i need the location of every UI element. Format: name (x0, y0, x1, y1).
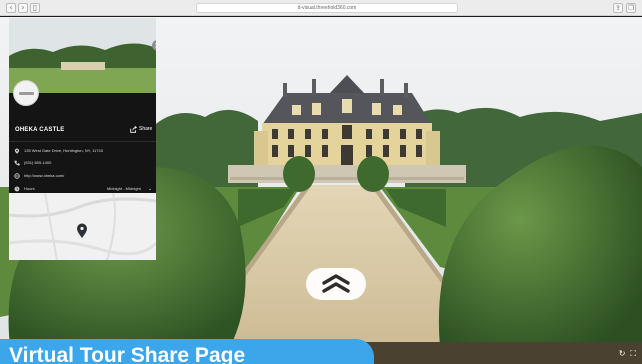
address-row[interactable]: 135 West Gate Drive, Huntington, NY, 117… (14, 148, 103, 154)
location-map[interactable] (9, 193, 156, 260)
address-text: 135 West Gate Drive, Huntington, NY, 117… (24, 148, 103, 153)
website-row[interactable]: http://www.oheka.com/ (14, 173, 64, 179)
chevron-down-icon[interactable]: ⌄ (148, 186, 152, 192)
sidebar-icon[interactable]: ▯ (30, 3, 40, 13)
location-pin-icon (14, 148, 20, 154)
double-chevron-up-icon (322, 274, 350, 293)
divider (9, 141, 156, 142)
banner-title: Virtual Tour Share Page (9, 344, 246, 364)
phone-text: (631) 659-1400 (24, 160, 52, 165)
clock-icon (14, 186, 20, 192)
place-logo (13, 80, 39, 106)
share-icon[interactable]: ⇪ (613, 3, 623, 13)
globe-icon (14, 173, 20, 179)
share-button[interactable]: Share (130, 125, 152, 133)
website-link: http://www.oheka.com/ (24, 173, 65, 178)
viewer-controls: ↻ ⛶ (619, 349, 636, 358)
back-arrow-icon[interactable]: ‹ (6, 3, 16, 13)
url-text: d-visual.threehold360.com (297, 5, 357, 11)
place-name: OHEKA CASTLE (15, 127, 65, 133)
browser-nav-buttons: ‹ › ▯ (6, 3, 40, 13)
hours-row[interactable]: Hours (14, 186, 35, 192)
fullscreen-icon[interactable]: ⛶ (630, 349, 636, 358)
move-forward-button[interactable] (306, 268, 366, 300)
place-info-panel: × OHEKA CASTLE Share 135 West Gate Drive… (9, 18, 156, 260)
browser-right-buttons: ⇪ ❐ (613, 3, 636, 13)
hours-value: Midnight - Midnight (107, 186, 141, 191)
share-icon (130, 125, 137, 133)
hours-label: Hours (24, 186, 35, 191)
page-banner: Virtual Tour Share Page (0, 339, 374, 364)
close-button[interactable]: × (152, 40, 156, 51)
phone-row[interactable]: (631) 659-1400 (14, 160, 51, 166)
forward-arrow-icon[interactable]: › (18, 3, 28, 13)
tabs-icon[interactable]: ❐ (626, 3, 636, 13)
browser-window: ‹ › ▯ d-visual.threehold360.com ⇪ ❐ OHEK… (0, 0, 642, 364)
browser-toolbar: ‹ › ▯ d-visual.threehold360.com ⇪ ❐ (0, 0, 642, 16)
share-label: Share (139, 126, 153, 132)
rotate-icon[interactable]: ↻ (619, 349, 626, 358)
phone-icon (14, 160, 20, 166)
address-bar[interactable]: d-visual.threehold360.com (196, 3, 458, 13)
